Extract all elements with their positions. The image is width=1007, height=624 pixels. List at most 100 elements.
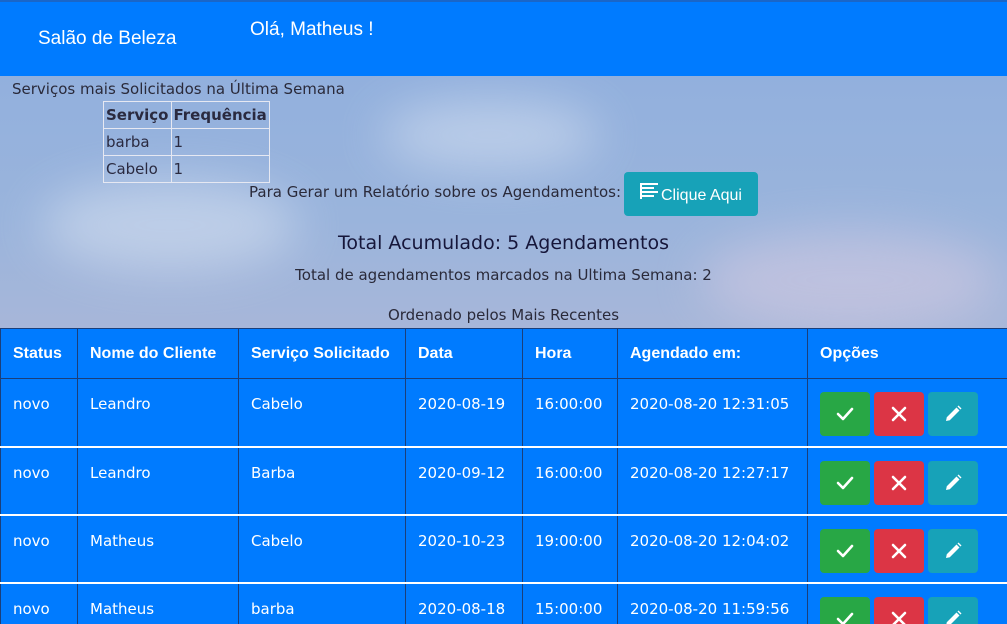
- cell-status: novo: [0, 445, 78, 515]
- cell-status: novo: [0, 513, 78, 583]
- cell-options: [807, 445, 1007, 515]
- column-header-frequency: Frequência: [170, 101, 270, 129]
- service-text: Cabelo: [251, 531, 303, 550]
- cell-time: 15:00:00: [522, 581, 618, 624]
- order-caption: Ordenado pelos Mais Recentes: [387, 306, 620, 324]
- client-name-text: Matheus: [90, 599, 155, 618]
- table-row: barba 1: [103, 128, 270, 156]
- cell-date: 2020-10-23: [405, 513, 523, 583]
- top-navbar: Salão de Beleza Olá, Matheus !: [0, 0, 1007, 76]
- cancel-button[interactable]: [874, 460, 924, 505]
- column-header-scheduled-at: Agendado em:: [617, 328, 808, 379]
- edit-button[interactable]: [928, 392, 978, 436]
- date-text: 2020-08-18: [418, 599, 506, 618]
- table-row: novo Leandro Barba 2020-09-12 16:00:00 2020-0…: [0, 445, 1007, 515]
- column-header-time: Hora: [522, 328, 618, 379]
- cell-service: Barba: [238, 445, 406, 515]
- table-row: novo Leandro Cabelo 2020-08-19 16:00:00 2020-…: [0, 378, 1007, 447]
- brand-link[interactable]: Salão de Beleza: [38, 28, 176, 50]
- cell-date: 2020-08-19: [405, 378, 523, 447]
- cell-date: 2020-08-18: [405, 581, 523, 624]
- edit-button[interactable]: [928, 596, 978, 624]
- cell-options: [807, 378, 1007, 447]
- column-header-date: Data: [405, 328, 523, 379]
- user-greeting: Olá, Matheus !: [250, 19, 374, 40]
- column-header-service: Serviço Solicitado: [238, 328, 406, 379]
- scheduled-at-text: 2020-08-20 12:27:17: [630, 463, 790, 482]
- client-name-text: Leandro: [90, 395, 151, 413]
- total-last-week: Total de agendamentos marcados na Ultima…: [295, 266, 712, 284]
- status-text: novo: [13, 531, 50, 550]
- column-header-client: Nome do Cliente: [77, 328, 239, 379]
- generate-report-button[interactable]: Clique Aqui: [624, 172, 758, 216]
- generate-report-label: Clique Aqui: [661, 187, 742, 204]
- cell-service: Cabelo: [238, 378, 406, 447]
- cell-time: 16:00:00: [522, 378, 618, 447]
- time-text: 15:00:00: [535, 599, 603, 618]
- cell-service: Cabelo: [238, 513, 406, 583]
- table-header-row: Status Nome do Cliente Serviço Solicitad…: [0, 328, 1007, 379]
- cell-date: 2020-09-12: [405, 445, 523, 515]
- cell-scheduled-at: 2020-08-20 11:59:56: [617, 581, 808, 624]
- cancel-button[interactable]: [874, 528, 924, 573]
- row-actions: [820, 584, 995, 624]
- date-text: 2020-09-12: [418, 463, 506, 482]
- column-header-options: Opções: [807, 328, 1007, 379]
- report-prompt: Para Gerar um Relatório sobre os Agendam…: [249, 183, 622, 201]
- service-name: Cabelo: [103, 155, 172, 183]
- column-header-status: Status: [0, 328, 78, 379]
- cell-scheduled-at: 2020-08-20 12:04:02: [617, 513, 808, 583]
- cell-status: novo: [0, 581, 78, 624]
- row-actions: [820, 448, 995, 505]
- status-text: novo: [13, 463, 50, 482]
- confirm-button[interactable]: [820, 528, 870, 573]
- date-text: 2020-08-19: [418, 395, 506, 413]
- background-cloud: [380, 100, 600, 170]
- time-text: 19:00:00: [535, 531, 603, 550]
- edit-button[interactable]: [928, 460, 978, 505]
- list-icon: [639, 182, 659, 200]
- scheduled-at-text: 2020-08-20 12:04:02: [630, 531, 790, 550]
- row-actions: [820, 516, 995, 573]
- time-text: 16:00:00: [535, 463, 603, 482]
- confirm-button[interactable]: [820, 392, 870, 436]
- cell-client-name: Leandro: [77, 445, 239, 515]
- time-text: 16:00:00: [535, 395, 603, 413]
- client-name-text: Matheus: [90, 531, 155, 550]
- table-row: novo Matheus barba 2020-08-18 15:00:00 2020-0…: [0, 581, 1007, 624]
- client-name-text: Leandro: [90, 463, 151, 482]
- service-frequency: 1: [170, 128, 270, 156]
- cell-options: [807, 513, 1007, 583]
- confirm-button[interactable]: [820, 596, 870, 624]
- cell-client-name: Matheus: [77, 581, 239, 624]
- cell-client-name: Leandro: [77, 378, 239, 447]
- cell-client-name: Matheus: [77, 513, 239, 583]
- cancel-button[interactable]: [874, 392, 924, 436]
- column-header-service: Serviço: [103, 101, 172, 129]
- cell-status: novo: [0, 378, 78, 447]
- cell-time: 16:00:00: [522, 445, 618, 515]
- service-text: Barba: [251, 463, 296, 482]
- cell-service: barba: [238, 581, 406, 624]
- total-accumulated: Total Acumulado: 5 Agendamentos: [338, 232, 669, 254]
- cancel-button[interactable]: [874, 596, 924, 624]
- row-actions: [820, 379, 995, 436]
- cell-time: 19:00:00: [522, 513, 618, 583]
- service-text: Cabelo: [251, 395, 303, 413]
- cell-scheduled-at: 2020-08-20 12:31:05: [617, 378, 808, 447]
- cell-scheduled-at: 2020-08-20 12:27:17: [617, 445, 808, 515]
- confirm-button[interactable]: [820, 460, 870, 505]
- table-row: Cabelo 1: [103, 155, 270, 183]
- cell-options: [807, 581, 1007, 624]
- top-services-table: Serviço Frequência barba 1 Cabelo 1: [103, 101, 270, 183]
- date-text: 2020-10-23: [418, 531, 506, 550]
- scheduled-at-text: 2020-08-20 11:59:56: [630, 599, 790, 618]
- status-text: novo: [13, 395, 50, 413]
- scheduled-at-text: 2020-08-20 12:31:05: [630, 395, 790, 413]
- edit-button[interactable]: [928, 528, 978, 573]
- service-name: barba: [103, 128, 172, 156]
- status-text: novo: [13, 599, 50, 618]
- service-text: barba: [251, 599, 295, 618]
- top-services-title: Serviços mais Solicitados na Última Sema…: [12, 80, 345, 98]
- table-row: novo Matheus Cabelo 2020-10-23 19:00:00 2020-…: [0, 513, 1007, 583]
